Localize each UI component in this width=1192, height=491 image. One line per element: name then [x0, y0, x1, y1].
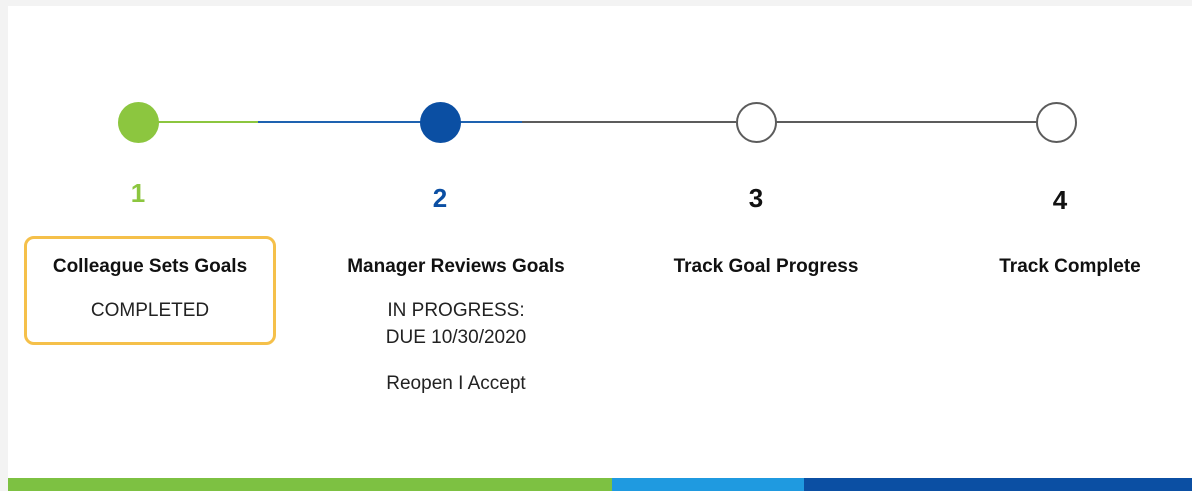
step-2-node-in-progress [420, 102, 461, 143]
step-4-number: 4 [1052, 185, 1068, 215]
connector-gray-1 [522, 121, 736, 123]
connector-blue-2 [458, 121, 522, 123]
connector-gray-2 [776, 121, 1038, 123]
bottom-bar-light-blue [612, 478, 804, 491]
step-1-highlight-box [24, 236, 276, 345]
bottom-bar-green [8, 478, 612, 491]
step-4-title: Track Complete [999, 256, 1141, 277]
step-2-title: Manager Reviews Goals [347, 256, 565, 277]
step-1-number: 1 [130, 178, 146, 208]
goal-progress-card: 1 2 3 4 Colleague Sets Goals Manager Rev… [8, 6, 1192, 491]
step-2-number: 2 [432, 183, 448, 213]
connector-green [158, 121, 258, 123]
step-1-node-completed [118, 102, 159, 143]
step-3-title: Track Goal Progress [673, 256, 859, 277]
step-3-node-pending [736, 102, 777, 143]
actions-separator: I [458, 373, 464, 394]
bottom-bar-dark-blue [804, 478, 1192, 491]
step-1-title: Colleague Sets Goals [52, 256, 248, 277]
step-3-number: 3 [748, 183, 764, 213]
accept-link[interactable]: Accept [468, 373, 526, 394]
step-1-status: COMPLETED [90, 300, 210, 321]
connector-blue-1 [258, 121, 428, 123]
reopen-link[interactable]: Reopen [386, 373, 453, 394]
step-2-status: IN PROGRESS: DUE 10/30/2020 [385, 300, 527, 348]
step-2-actions: Reopen I Accept [316, 372, 596, 396]
step-4-node-pending [1036, 102, 1077, 143]
